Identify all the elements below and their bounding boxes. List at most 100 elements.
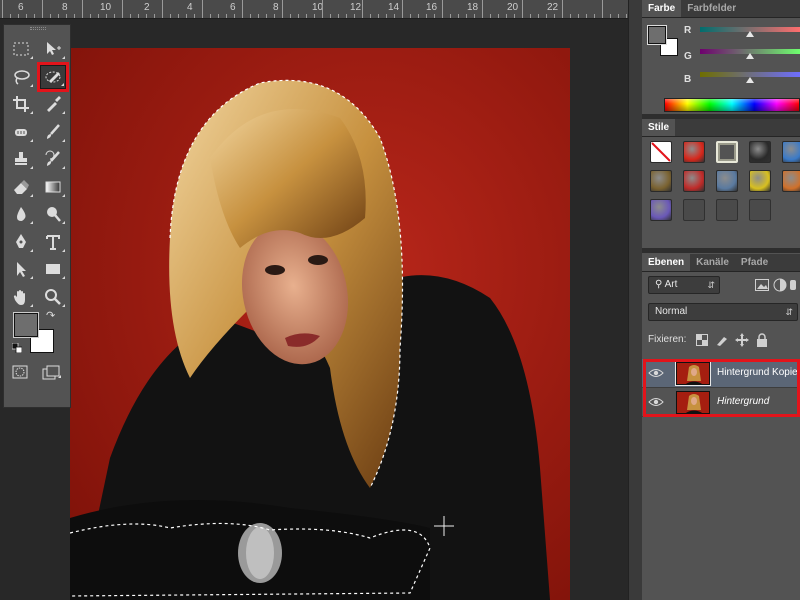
dodge-tool-button[interactable]: [40, 202, 66, 226]
path-selection-tool-button[interactable]: [8, 257, 34, 281]
foreground-color-swatch[interactable]: [647, 25, 667, 45]
clone-stamp-tool-button[interactable]: [8, 147, 34, 171]
eraser-tool-button[interactable]: [8, 175, 34, 199]
style-multicolor-icon[interactable]: [716, 170, 738, 192]
ruler-tick: [250, 14, 251, 18]
blend-mode-dropdown[interactable]: Normal ⇵: [648, 303, 798, 321]
screen-mode-icon[interactable]: [42, 365, 62, 381]
style-bronze-icon[interactable]: [650, 170, 672, 192]
lock-image-pixels-icon[interactable]: [714, 332, 730, 348]
style-frame-icon[interactable]: [716, 141, 738, 163]
channel-slider-b-thumb[interactable]: [746, 77, 754, 83]
quick-selection-tool-button[interactable]: [37, 61, 69, 92]
style-purple-icon[interactable]: [650, 199, 672, 221]
tab-ebenen[interactable]: Ebenen: [642, 254, 691, 271]
brush-tool-icon: [47, 123, 60, 139]
lock-all-icon[interactable]: [754, 332, 770, 348]
style-chrome-icon[interactable]: [749, 141, 771, 163]
visibility-eye-icon[interactable]: [648, 396, 664, 408]
type-tool-button[interactable]: [40, 230, 66, 254]
filter-adjustment-icon[interactable]: [772, 277, 788, 293]
ruler-tick: [74, 14, 75, 18]
ruler-tick: [50, 14, 51, 18]
lock-label: Fixieren:: [648, 334, 687, 345]
styles-panel-tabs: Stile: [642, 119, 800, 137]
ruler-tick: [410, 14, 411, 18]
ruler-tick: [354, 14, 355, 18]
type-tool-icon: [46, 234, 60, 250]
ruler-tick: [538, 14, 539, 18]
tool-flyout-indicator: [30, 83, 33, 87]
style-blue-glass-icon[interactable]: [782, 141, 800, 163]
lasso-tool-button[interactable]: [8, 65, 34, 89]
style-red-glow-icon[interactable]: [683, 141, 705, 163]
tab-stile[interactable]: Stile: [642, 119, 676, 136]
ruler-tick: [138, 14, 139, 18]
hand-tool-button[interactable]: [8, 285, 34, 309]
lock-position-icon[interactable]: [734, 332, 750, 348]
style-none-icon[interactable]: [650, 141, 672, 163]
color-panel-tabs: Farbe Farbfelder: [642, 0, 800, 18]
style-empty-icon[interactable]: [683, 199, 705, 221]
default-colors-icon[interactable]: [11, 342, 23, 354]
tab-pfade[interactable]: Pfade: [735, 254, 774, 271]
layer-row[interactable]: Hintergrund: [642, 388, 800, 417]
photo-woman[interactable]: [70, 48, 570, 600]
ruler-tick: [202, 0, 203, 18]
document-canvas[interactable]: [0, 20, 628, 600]
channel-slider-g-thumb[interactable]: [746, 53, 754, 59]
tab-kanaele[interactable]: Kanäle: [690, 254, 735, 271]
ruler-tick: [466, 14, 467, 18]
ruler-tick: [578, 14, 579, 18]
tool-flyout-indicator: [62, 248, 65, 252]
swap-colors-icon[interactable]: ↷: [46, 309, 55, 322]
healing-brush-tool-icon: [15, 128, 27, 136]
color-spectrum-ramp[interactable]: [664, 98, 800, 112]
ruler-tick: [178, 14, 179, 18]
panel-dock-scrollbar[interactable]: [628, 0, 642, 600]
tool-flyout-indicator: [30, 111, 33, 114]
layer-thumbnail[interactable]: [676, 391, 710, 414]
layer-filter-label: Art: [664, 279, 678, 290]
ruler-tick: [210, 14, 211, 18]
right-panels: Farbe Farbfelder R G B Stile Ebenen Kanä…: [642, 0, 800, 600]
ruler-tick: [562, 0, 563, 18]
layer-filter-dropdown[interactable]: ⚲ Art ⇵: [648, 276, 720, 294]
channel-slider-r-thumb[interactable]: [746, 31, 754, 37]
rectangle-tool-button[interactable]: [40, 257, 66, 281]
blur-tool-icon: [17, 207, 26, 221]
layer-thumbnail[interactable]: [675, 361, 711, 386]
layer-row[interactable]: Hintergrund Kopie: [642, 359, 800, 388]
style-empty-icon[interactable]: [749, 199, 771, 221]
tab-farbfelder[interactable]: Farbfelder: [681, 0, 742, 17]
lock-transparent-pixels-icon[interactable]: [694, 332, 710, 348]
style-gold-icon[interactable]: [749, 170, 771, 192]
tab-farbe[interactable]: Farbe: [642, 0, 682, 17]
pen-tool-button[interactable]: [8, 230, 34, 254]
history-brush-tool-button[interactable]: [40, 147, 66, 171]
ruler-tick-label: 22: [547, 2, 559, 13]
ruler-tick: [626, 14, 627, 18]
ruler-tick: [298, 14, 299, 18]
filter-image-icon[interactable]: [754, 277, 770, 293]
filter-toggle-icon[interactable]: [788, 277, 798, 293]
rectangular-marquee-tool-button[interactable]: [8, 37, 34, 61]
eyedropper-tool-button[interactable]: [40, 92, 66, 116]
brush-tool-button[interactable]: [40, 120, 66, 144]
toolbar-foreground-color[interactable]: [13, 312, 39, 338]
visibility-eye-icon[interactable]: [648, 367, 664, 379]
style-sunset-icon[interactable]: [782, 170, 800, 192]
quick-mask-icon[interactable]: [12, 365, 28, 379]
style-red-bevel-icon[interactable]: [683, 170, 705, 192]
move-tool-button[interactable]: [40, 37, 66, 61]
horizontal-ruler[interactable]: 6 8 10 2 4 6 8 10 12 14 16 18 20 22: [0, 0, 628, 19]
crop-tool-button[interactable]: [8, 92, 34, 116]
zoom-tool-button[interactable]: [40, 285, 66, 309]
healing-brush-tool-button[interactable]: [8, 120, 34, 144]
gradient-tool-button[interactable]: [40, 175, 66, 199]
toolbar-grip[interactable]: [30, 27, 46, 30]
blur-tool-button[interactable]: [8, 202, 34, 226]
ruler-tick-label: 6: [18, 2, 24, 13]
ruler-tick: [146, 14, 147, 18]
style-empty-icon[interactable]: [716, 199, 738, 221]
